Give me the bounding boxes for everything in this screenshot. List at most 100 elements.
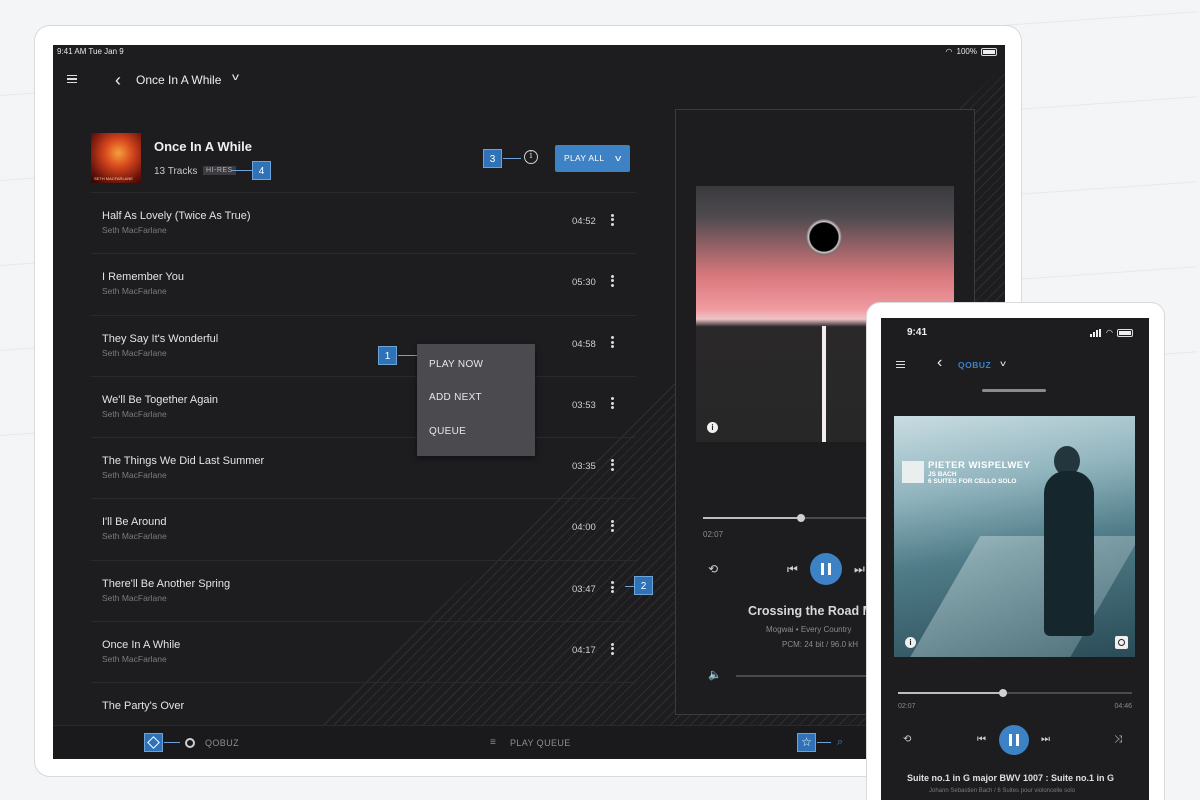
track-title: I Remember You xyxy=(102,271,184,284)
track-row[interactable]: They Say It's Wonderful Seth MacFarlane … xyxy=(91,314,636,376)
more-options-icon[interactable] xyxy=(607,273,617,289)
track-duration: 04:52 xyxy=(572,216,596,227)
art-artist-name: PIETER WISPELWEY xyxy=(928,460,1031,471)
wifi-icon: ◠ xyxy=(945,47,953,56)
track-title: The Things We Did Last Summer xyxy=(102,455,265,468)
more-options-icon[interactable] xyxy=(607,335,617,351)
track-row[interactable]: I Remember You Seth MacFarlane 05:30 xyxy=(91,253,636,314)
more-options-icon[interactable] xyxy=(607,518,617,534)
chevron-down-icon[interactable]: v xyxy=(1000,359,1006,368)
track-duration: 03:47 xyxy=(572,583,596,595)
callout-line xyxy=(503,158,521,159)
nav-title[interactable]: Once In A While xyxy=(136,73,221,87)
album-track-count: 13 Tracks xyxy=(154,166,198,177)
track-title: Once In A While xyxy=(102,639,181,652)
audio-format: PCM: 24 bit / 96.0 kH xyxy=(782,640,859,649)
elapsed-time: 02:07 xyxy=(703,530,724,539)
bottom-bar: QOBUZ ≡ PLAY QUEUE ☆ ⌕ xyxy=(53,725,1005,759)
previous-icon[interactable]: ⏮ xyxy=(977,734,986,745)
back-chevron-icon[interactable]: ‹ xyxy=(937,354,942,372)
progress-knob[interactable] xyxy=(797,514,805,522)
callout-3: 3 xyxy=(483,149,502,168)
info-icon[interactable]: i xyxy=(707,422,718,433)
callout-line xyxy=(817,742,831,743)
progress-fill xyxy=(898,692,1004,694)
next-icon[interactable]: ⏭ xyxy=(854,562,865,577)
track-title: There'll Be Another Spring xyxy=(102,577,231,590)
chevron-down-icon[interactable]: v xyxy=(615,145,622,172)
track-list: Half As Lovely (Twice As True) Seth MacF… xyxy=(91,192,636,744)
top-nav: ‹ Once In A While v xyxy=(53,69,1005,91)
more-options-icon[interactable] xyxy=(607,457,617,473)
now-playing-album-art[interactable]: PIETER WISPELWEY JS BACH 6 SUITES FOR CE… xyxy=(894,416,1135,657)
track-title: They Say It's Wonderful xyxy=(102,332,219,345)
search-icon[interactable]: ⌕ xyxy=(837,736,844,749)
album-title: Once In A While xyxy=(154,139,252,154)
cast-icon[interactable] xyxy=(1115,636,1128,649)
context-menu: PLAY NOW ADD NEXT QUEUE xyxy=(417,344,535,456)
art-line-1: JS BACH xyxy=(928,471,957,478)
nav-title[interactable]: QOBUZ xyxy=(958,360,991,370)
pause-button[interactable] xyxy=(999,725,1029,755)
track-row[interactable]: I'll Be Around Seth MacFarlane 04:00 xyxy=(91,498,636,559)
menu-item-queue[interactable]: QUEUE xyxy=(429,426,466,437)
art-beam xyxy=(822,326,826,442)
previous-icon[interactable]: ⏮ xyxy=(787,562,798,577)
favorites-star-icon[interactable]: ☆ xyxy=(797,733,816,752)
track-artist: Seth MacFarlane xyxy=(102,531,167,542)
shuffle-icon[interactable]: ⤨ xyxy=(1114,734,1122,745)
album-art[interactable]: SETH MACFARLANE xyxy=(91,133,141,183)
source-diamond-icon[interactable] xyxy=(144,733,163,752)
track-artist: Seth MacFarlane xyxy=(102,470,167,481)
status-indicators: ◠ xyxy=(1090,328,1133,337)
art-label-logo xyxy=(902,461,924,483)
qobuz-logo-icon xyxy=(185,738,195,748)
menu-icon[interactable] xyxy=(67,75,77,83)
track-duration: 04:58 xyxy=(572,338,596,350)
info-icon[interactable]: i xyxy=(524,150,538,164)
art-line-2: 6 SUITES FOR CELLO SOLO xyxy=(928,478,1017,485)
status-time: 9:41 xyxy=(907,327,928,338)
callout-line xyxy=(398,355,417,356)
track-row[interactable]: There'll Be Another Spring Seth MacFarla… xyxy=(91,559,636,621)
track-title: Suite no.1 in G major BWV 1007 : Suite n… xyxy=(907,773,1115,783)
play-queue-label[interactable]: PLAY QUEUE xyxy=(510,738,571,748)
track-row[interactable]: The Things We Did Last Summer Seth MacFa… xyxy=(91,437,636,498)
tablet-screen: 9:41 AM Tue Jan 9 ◠ 100% ‹ Once In A Whi… xyxy=(53,45,1005,759)
volume-icon[interactable]: 🔈 xyxy=(708,668,722,681)
repeat-icon[interactable]: ⟲ xyxy=(903,734,911,745)
play-queue-icon[interactable]: ≡ xyxy=(490,737,496,748)
source-label[interactable]: QOBUZ xyxy=(205,738,239,748)
status-indicators: ◠ 100% xyxy=(946,47,997,56)
back-chevron-icon[interactable]: ‹ xyxy=(115,70,121,90)
battery-icon xyxy=(1117,328,1133,337)
info-icon[interactable]: i xyxy=(905,637,916,648)
track-artist: Seth MacFarlane xyxy=(102,225,167,235)
chevron-down-icon[interactable]: v xyxy=(232,72,239,83)
track-artist: Seth MacFarlane xyxy=(102,347,167,358)
phone-screen: 9:41 ◠ ‹ QOBUZ v PIETER WISPELWEY JS BAC… xyxy=(881,318,1149,800)
wifi-icon: ◠ xyxy=(1106,328,1113,337)
track-row[interactable]: We'll Be Together Again Seth MacFarlane … xyxy=(91,375,636,437)
pause-button[interactable] xyxy=(810,553,842,585)
progress-knob[interactable] xyxy=(999,689,1008,697)
track-title: I'll Be Around xyxy=(102,516,167,529)
play-all-button[interactable]: PLAY ALL v xyxy=(555,145,630,172)
next-icon[interactable]: ⏭ xyxy=(1041,734,1050,745)
progress-bar[interactable] xyxy=(898,689,1132,697)
callout-line xyxy=(231,170,252,171)
menu-item-add-next[interactable]: ADD NEXT xyxy=(429,392,482,403)
track-row[interactable]: Once In A While Seth MacFarlane 04:17 xyxy=(91,621,636,682)
more-options-icon[interactable] xyxy=(607,212,617,228)
more-options-icon[interactable] xyxy=(607,641,617,657)
sheet-handle[interactable] xyxy=(982,389,1046,392)
more-options-icon[interactable] xyxy=(607,396,617,412)
callout-line xyxy=(164,742,180,743)
repeat-icon[interactable]: ⟲ xyxy=(708,562,718,576)
menu-item-play-now[interactable]: PLAY NOW xyxy=(429,359,483,370)
more-options-icon[interactable] xyxy=(607,580,617,596)
track-row[interactable]: Half As Lovely (Twice As True) Seth MacF… xyxy=(91,192,636,253)
menu-icon[interactable] xyxy=(896,361,905,368)
signal-icon xyxy=(1090,328,1102,337)
track-artist: Seth MacFarlane xyxy=(102,592,167,603)
